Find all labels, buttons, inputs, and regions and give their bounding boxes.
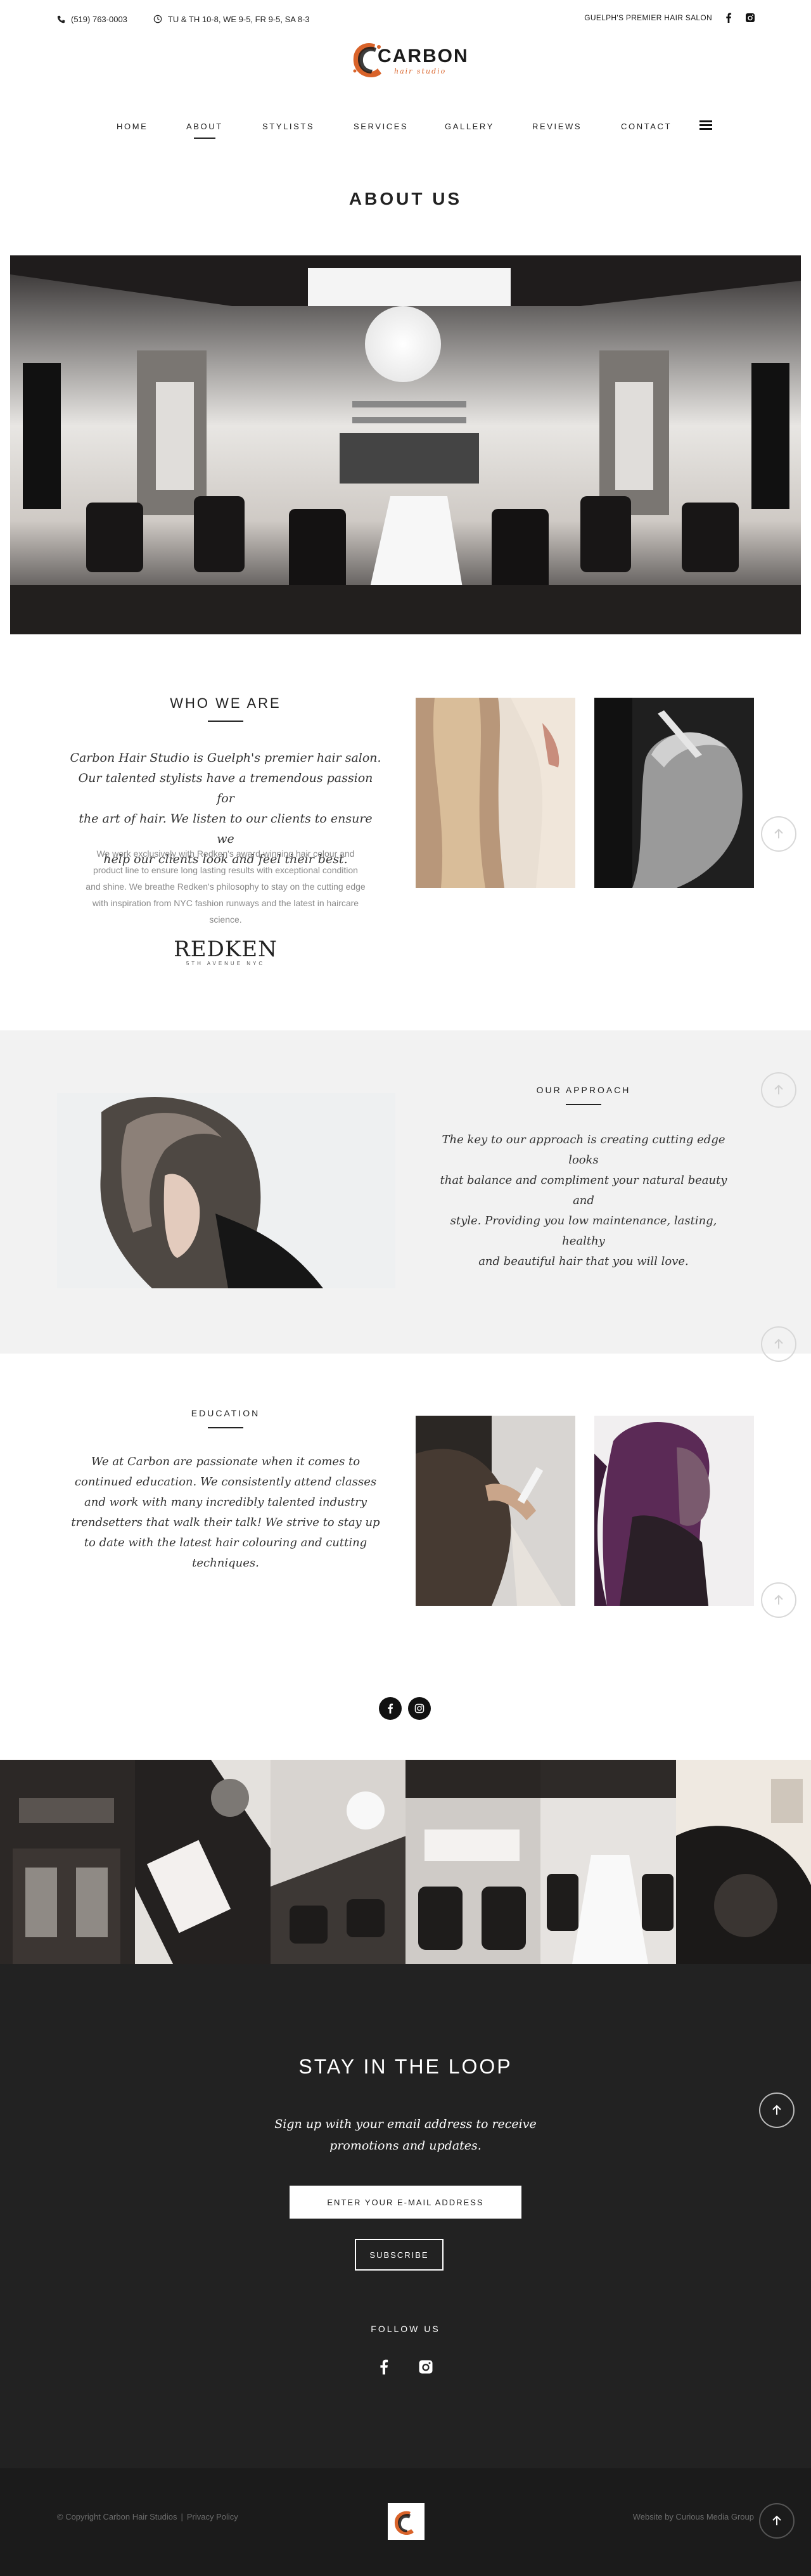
facebook-icon xyxy=(388,1703,393,1714)
scroll-top-button[interactable] xyxy=(761,816,796,852)
email-input[interactable] xyxy=(290,2186,521,2219)
lead-line: that balance and compliment your natural… xyxy=(440,1174,727,1207)
redken-wordmark: REDKEN xyxy=(174,937,278,962)
approach-heading: OUR APPROACH xyxy=(444,1085,724,1105)
lead-line: Carbon Hair Studio is Guelph's premier h… xyxy=(70,751,381,765)
mens-haircut-photo xyxy=(594,698,754,888)
lead-line: We at Carbon are passionate when it come… xyxy=(91,1455,361,1468)
para-line: with inspiration from NYC fashion runway… xyxy=(92,898,359,908)
gallery-image[interactable] xyxy=(0,1760,136,1964)
business-hours: TU & TH 10-8, WE 9-5, FR 9-5, SA 8-3 xyxy=(167,14,310,24)
logo-mark-icon xyxy=(394,2511,414,2535)
instagram-gallery xyxy=(0,1760,811,1964)
footer-legal: © Copyright Carbon Hair Studios | Privac… xyxy=(57,2512,238,2522)
nav-services[interactable]: SERVICES xyxy=(354,122,408,131)
contact-info: (519) 763-0003 TU & TH 10-8, WE 9-5, FR … xyxy=(56,14,310,24)
para-line: science. xyxy=(209,914,242,925)
footer-divider: | xyxy=(181,2512,183,2522)
newsletter-lead: Sign up with your email address to recei… xyxy=(215,2113,596,2156)
para-line: product line to ensure long lasting resu… xyxy=(93,865,358,875)
woman-hair-photo xyxy=(57,1093,395,1288)
nav-stylists[interactable]: STYLISTS xyxy=(262,122,314,131)
logo-subtitle: hair studio xyxy=(394,67,447,75)
blonde-hair-photo xyxy=(416,698,575,888)
gallery-image[interactable] xyxy=(405,1760,541,1964)
menu-icon[interactable] xyxy=(699,120,712,131)
footer-logo[interactable] xyxy=(388,2503,425,2540)
logo-wordmark: CARBON xyxy=(378,46,469,67)
nav-reviews[interactable]: REVIEWS xyxy=(532,122,582,131)
subscribe-button[interactable]: SUBSCRIBE xyxy=(355,2239,444,2271)
instagram-icon[interactable] xyxy=(418,2359,433,2378)
lead-line: style. Providing you low maintenance, la… xyxy=(450,1214,717,1248)
lead-line: trendsetters that walk their talk! We st… xyxy=(71,1516,380,1529)
gallery-image[interactable] xyxy=(675,1760,811,1964)
tagline: GUELPH'S PREMIER HAIR SALON xyxy=(584,13,712,22)
nav-gallery[interactable]: GALLERY xyxy=(445,122,494,131)
redken-subline: 5TH AVENUE NYC xyxy=(186,961,265,966)
instagram-icon xyxy=(414,1703,425,1714)
topbar-right: GUELPH'S PREMIER HAIR SALON xyxy=(584,13,755,23)
lead-line: promotions and updates. xyxy=(329,2139,482,2153)
lead-line: to date with the latest hair colouring a… xyxy=(84,1536,367,1549)
para-line: and shine. We breathe Redken's philosoph… xyxy=(86,881,366,892)
facebook-icon[interactable] xyxy=(724,13,734,23)
salon-hero-image xyxy=(10,255,801,634)
who-we-are-paragraph: We work exclusively with Redken's award-… xyxy=(70,845,381,928)
scroll-top-button[interactable] xyxy=(761,1326,796,1362)
instagram-button[interactable] xyxy=(408,1697,431,1720)
lead-line: Sign up with your email address to recei… xyxy=(274,2117,537,2131)
scroll-top-button[interactable] xyxy=(761,1072,796,1108)
carbon-logo[interactable]: CARBON hair studio xyxy=(347,32,468,93)
who-we-are-heading: WHO WE ARE xyxy=(127,695,324,722)
hair-colouring-photo xyxy=(416,1416,575,1606)
scroll-top-button[interactable] xyxy=(761,1582,796,1618)
scroll-top-button[interactable] xyxy=(759,2092,795,2128)
scroll-top-button[interactable] xyxy=(759,2503,795,2539)
para-line: We work exclusively with Redken's award-… xyxy=(96,849,355,859)
nav-contact[interactable]: CONTACT xyxy=(621,122,672,131)
nav-about[interactable]: ABOUT xyxy=(186,122,223,139)
lead-line: the art of hair. We listen to our client… xyxy=(79,812,373,846)
education-lead: We at Carbon are passionate when it come… xyxy=(70,1452,381,1573)
privacy-policy-link[interactable]: Privacy Policy xyxy=(187,2512,238,2522)
violet-hair-photo xyxy=(594,1416,754,1606)
copyright-text: © Copyright Carbon Hair Studios xyxy=(57,2512,177,2522)
gallery-image[interactable] xyxy=(540,1760,676,1964)
lead-line: and work with many incredibly talented i… xyxy=(84,1496,367,1509)
site-credit[interactable]: Website by Curious Media Group xyxy=(633,2512,754,2522)
follow-us-label: FOLLOW US xyxy=(371,2324,440,2334)
nav-home[interactable]: HOME xyxy=(117,122,148,131)
lead-line: Our talented stylists have a tremendous … xyxy=(78,771,373,805)
gallery-image[interactable] xyxy=(270,1760,406,1964)
main-nav: HOME ABOUT STYLISTS SERVICES GALLERY REV… xyxy=(0,115,811,141)
newsletter-heading: STAY IN THE LOOP xyxy=(215,2055,596,2089)
page-title: ABOUT US xyxy=(348,189,463,208)
arrow-up-icon xyxy=(774,1338,783,1349)
arrow-up-icon xyxy=(772,2105,781,2115)
arrow-up-icon xyxy=(774,828,783,838)
lead-line: techniques. xyxy=(192,1556,259,1570)
arrow-up-icon xyxy=(772,2515,781,2525)
clock-icon xyxy=(153,14,163,24)
phone-number[interactable]: (519) 763-0003 xyxy=(71,15,127,24)
gallery-image[interactable] xyxy=(135,1760,271,1964)
approach-lead: The key to our approach is creating cutt… xyxy=(431,1130,736,1272)
arrow-up-icon xyxy=(774,1084,783,1094)
facebook-button[interactable] xyxy=(379,1697,402,1720)
lead-line: and beautiful hair that you will love. xyxy=(478,1255,689,1268)
instagram-icon[interactable] xyxy=(745,13,755,23)
arrow-up-icon xyxy=(774,1594,783,1605)
redken-logo: REDKEN 5TH AVENUE NYC xyxy=(171,937,280,966)
lead-line: continued education. We consistently att… xyxy=(74,1475,377,1489)
phone-icon xyxy=(56,14,66,24)
education-heading: EDUCATION xyxy=(127,1408,324,1428)
facebook-icon[interactable] xyxy=(380,2359,388,2378)
lead-line: The key to our approach is creating cutt… xyxy=(442,1133,725,1167)
